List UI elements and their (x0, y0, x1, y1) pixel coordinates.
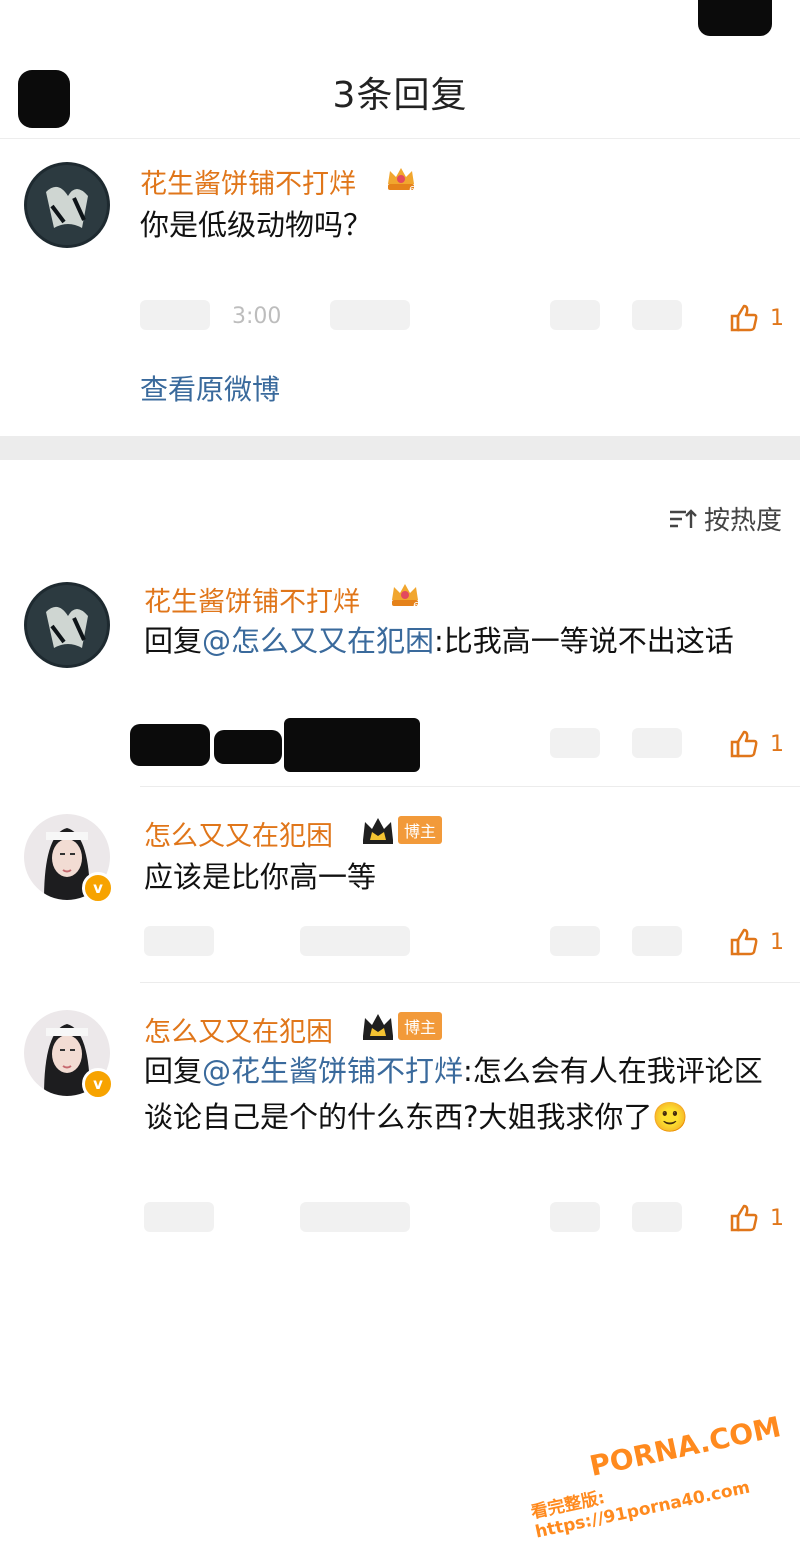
section-separator (0, 436, 800, 460)
header-divider (0, 138, 800, 139)
blogger-tag: 博主 (398, 1012, 443, 1040)
like-button-reply-1[interactable]: 1 (728, 728, 784, 760)
thumbs-up-icon (730, 730, 758, 758)
svg-text:6: 6 (409, 185, 415, 196)
verified-v-icon: v (82, 872, 114, 904)
sort-by-heat[interactable]: 按热度 (668, 500, 782, 537)
reply-body: :比我高一等说不出这话 (434, 624, 734, 658)
reply-divider (140, 786, 800, 787)
blurred-meta (300, 1202, 410, 1232)
page-title: 3条回复 (332, 75, 468, 116)
blurred-meta (550, 926, 600, 956)
svg-text:6: 6 (413, 601, 419, 612)
sort-label: 按热度 (704, 506, 783, 536)
sort-icon (670, 508, 697, 528)
like-button-reply-3[interactable]: 1 (728, 1202, 784, 1234)
crown-badge-icon: 6 (388, 168, 415, 196)
crown-badge-icon (363, 818, 393, 844)
redacted-meta (130, 724, 210, 766)
reply-prefix: 回复 (144, 624, 203, 658)
like-count: 1 (770, 305, 784, 331)
thumbs-up-icon (730, 928, 758, 956)
blurred-meta (550, 1202, 600, 1232)
blurred-meta (632, 728, 682, 758)
redacted-top-right (698, 0, 772, 36)
like-count: 1 (770, 731, 784, 757)
redacted-meta (214, 730, 282, 764)
blurred-meta (330, 300, 410, 330)
blurred-meta (550, 300, 600, 330)
blurred-meta (144, 926, 214, 956)
like-count: 1 (770, 1205, 784, 1231)
thumbs-up-icon (730, 304, 758, 332)
reply-3-text: 回复@花生酱饼铺不打烊:怎么会有人在我评论区谈论自己是个的什么东西?大姐我求你了… (144, 1048, 780, 1140)
reply-1-text: 回复@怎么又又在犯困:比我高一等说不出这话 (144, 618, 774, 664)
redacted-meta (284, 718, 420, 772)
username-reply-3[interactable]: 怎么又又在犯困 (144, 1010, 333, 1049)
avatar-huasheng[interactable] (24, 582, 110, 668)
view-original-link[interactable]: 查看原微博 (140, 368, 280, 408)
blurred-meta (632, 300, 682, 330)
reply-prefix: 回复 (144, 1054, 203, 1088)
username-reply-2[interactable]: 怎么又又在犯困 (144, 814, 333, 853)
blurred-meta (140, 300, 210, 330)
reply-divider (140, 982, 800, 983)
smile-emoji-icon: 🙂 (652, 1100, 689, 1134)
verified-v-icon: v (82, 1068, 114, 1100)
blogger-badge: 博主 (360, 1010, 443, 1042)
blurred-meta (300, 926, 410, 956)
like-button-root[interactable]: 1 (728, 302, 784, 334)
like-count: 1 (770, 929, 784, 955)
crown-badge-icon (363, 1014, 393, 1040)
username-root[interactable]: 花生酱饼铺不打烊 (140, 162, 356, 201)
blurred-meta (144, 1202, 214, 1232)
crown-badge-icon: 6 (392, 584, 419, 612)
avatar-huasheng[interactable] (24, 162, 110, 248)
blogger-tag: 博主 (398, 816, 443, 844)
blurred-meta (550, 728, 600, 758)
blogger-badge: 博主 (360, 814, 443, 846)
root-time-fragment: 3:00 (232, 304, 282, 329)
thumbs-up-icon (730, 1204, 758, 1232)
blurred-meta (632, 926, 682, 956)
mention-link[interactable]: @怎么又又在犯困 (202, 624, 434, 658)
root-comment-text: 你是低级动物吗？ (140, 208, 373, 242)
like-button-reply-2[interactable]: 1 (728, 926, 784, 958)
blurred-meta (632, 1202, 682, 1232)
mention-link[interactable]: @花生酱饼铺不打烊 (202, 1054, 463, 1088)
username-reply-1[interactable]: 花生酱饼铺不打烊 (144, 580, 360, 619)
reply-2-text: 应该是比你高一等 (144, 860, 377, 894)
